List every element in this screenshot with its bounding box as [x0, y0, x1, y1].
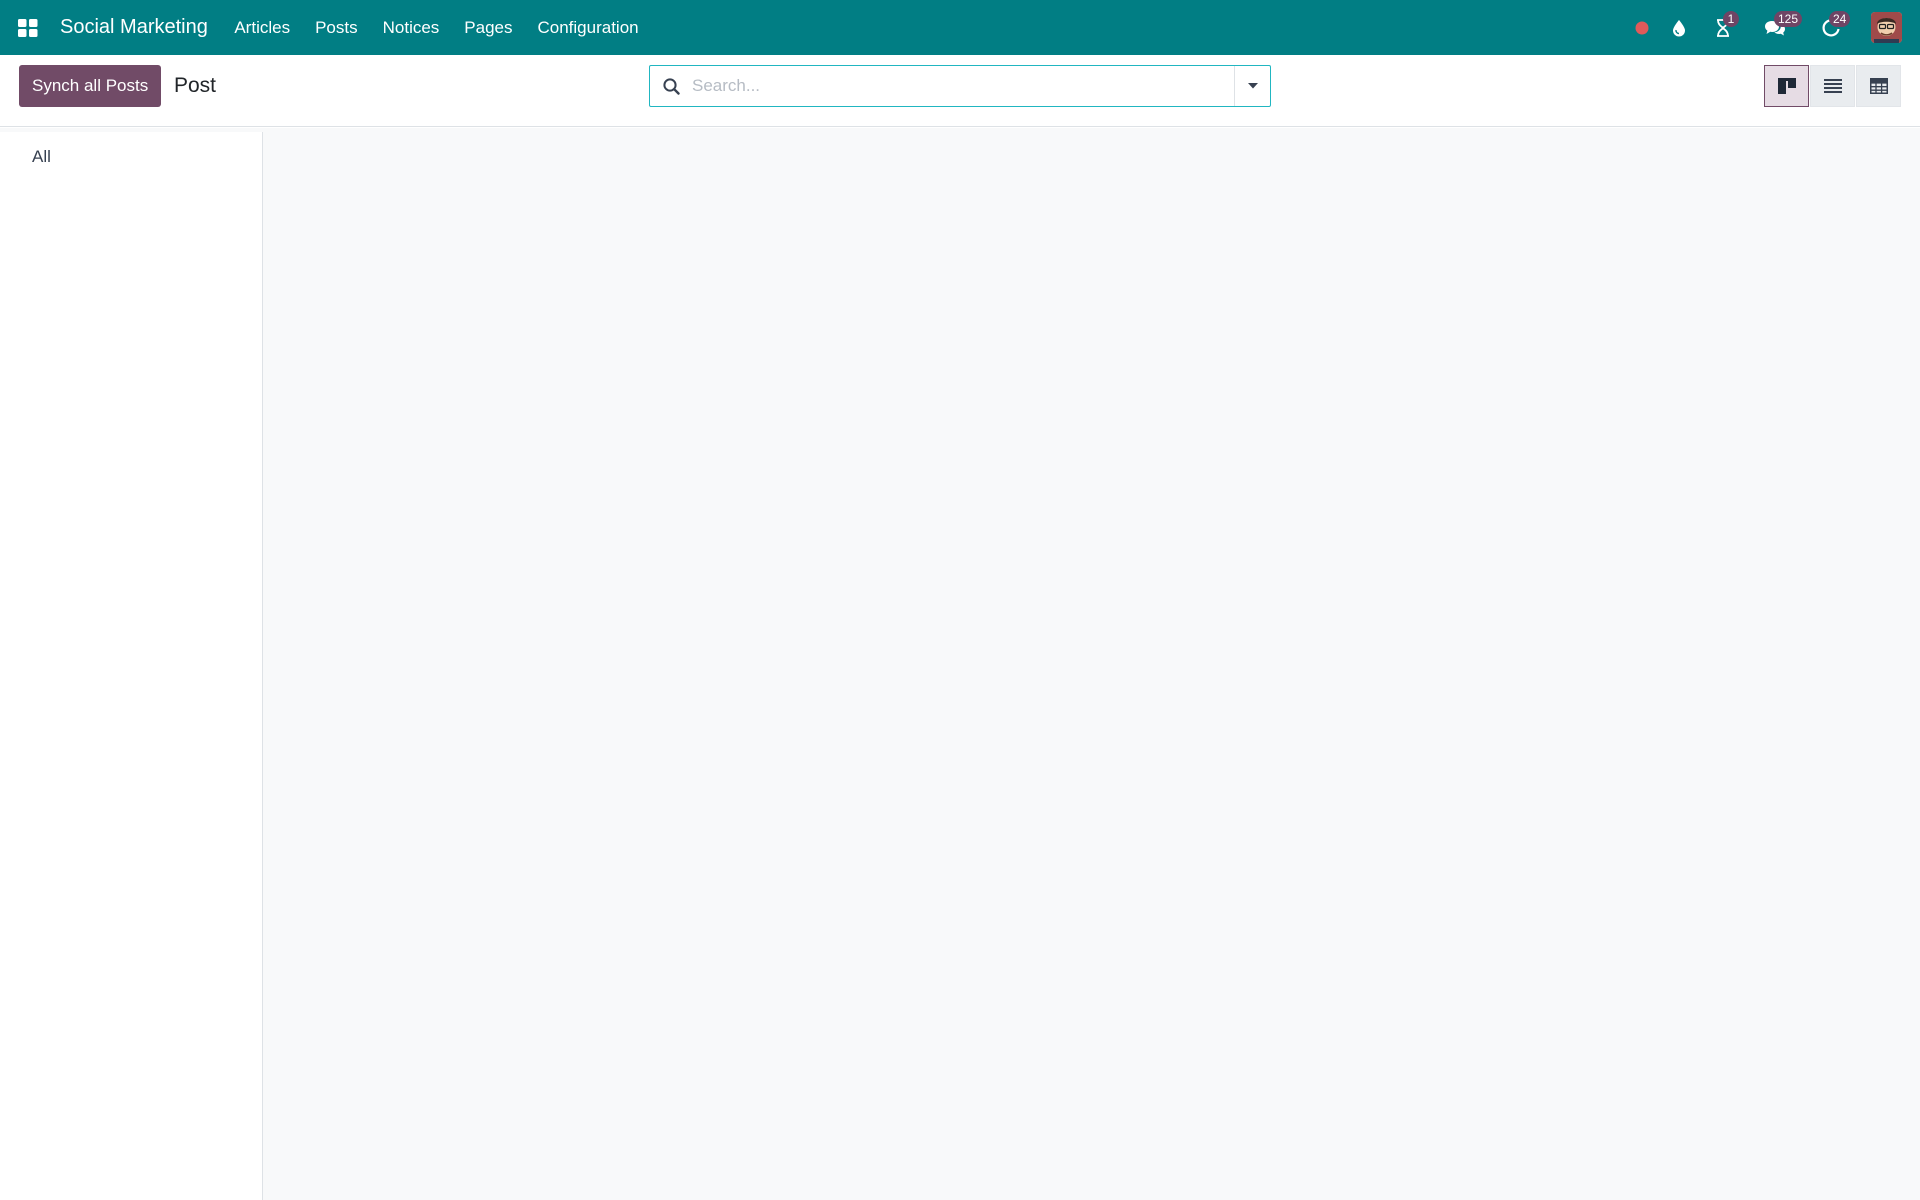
status-dot-icon[interactable]: [1627, 0, 1657, 55]
search-icon: [650, 66, 692, 106]
main-content: All: [0, 128, 1920, 1200]
messages-badge: 125: [1774, 11, 1803, 27]
synch-all-posts-button[interactable]: Synch all Posts: [19, 65, 162, 107]
search-input[interactable]: [692, 66, 1234, 106]
main-menu: Articles Posts Notices Pages Configurati…: [222, 0, 651, 55]
control-panel: Synch all Posts Post: [0, 55, 1920, 127]
updates-badge: 24: [1829, 11, 1851, 27]
caret-down-icon: [1247, 83, 1258, 89]
search-options-toggle[interactable]: [1234, 66, 1270, 106]
messages-icon[interactable]: 125: [1745, 0, 1805, 55]
apps-menu-icon[interactable]: [0, 0, 55, 55]
updates-icon[interactable]: 24: [1805, 0, 1857, 55]
menu-item-pages[interactable]: Pages: [452, 0, 525, 55]
kanban-view-button[interactable]: [1764, 65, 1809, 107]
menu-item-configuration[interactable]: Configuration: [525, 0, 651, 55]
drop-icon[interactable]: [1657, 0, 1701, 55]
menu-item-articles[interactable]: Articles: [222, 0, 303, 55]
menu-item-posts[interactable]: Posts: [303, 0, 371, 55]
activity-clock-icon[interactable]: 1: [1701, 0, 1745, 55]
list-view-button[interactable]: [1810, 65, 1855, 107]
kanban-icon: [1777, 78, 1796, 94]
view-switcher: [1763, 65, 1901, 107]
side-panel-item-all[interactable]: All: [32, 147, 51, 167]
top-navbar: Social Marketing Articles Posts Notices …: [0, 0, 1920, 55]
search-bar: [649, 65, 1271, 107]
app-name[interactable]: Social Marketing: [60, 16, 208, 39]
pivot-view-button[interactable]: [1856, 65, 1901, 107]
user-avatar[interactable]: [1871, 12, 1902, 43]
side-panel: All: [0, 132, 263, 1200]
activity-badge: 1: [1723, 11, 1739, 27]
systray: 1 125 24: [1627, 0, 1902, 55]
menu-item-notices[interactable]: Notices: [370, 0, 452, 55]
table-icon: [1869, 78, 1888, 94]
breadcrumb: Post: [174, 74, 217, 97]
list-icon: [1823, 79, 1842, 93]
